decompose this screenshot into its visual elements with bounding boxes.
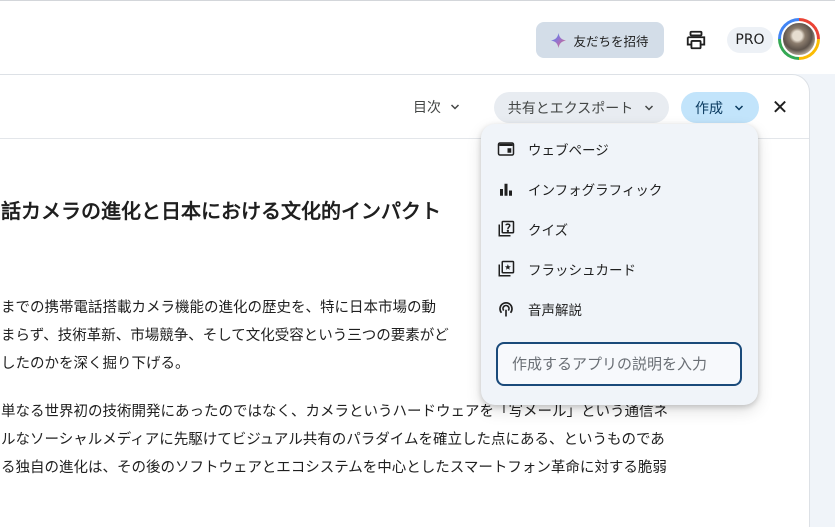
avatar[interactable] — [778, 18, 820, 60]
menu-item-webpage[interactable]: ウェブページ — [481, 129, 758, 169]
top-header: 友だちを招待 PRO — [0, 0, 835, 74]
sparkle-icon — [551, 32, 567, 48]
menu-item-audio-overview[interactable]: 音声解説 — [481, 289, 758, 329]
paragraph-1: までの携帯電話搭載カメラ機能の進化の歴史を、特に日本市場の動 まらず、技術革新、… — [1, 294, 449, 378]
paragraph-line: る独自の進化は、その後のソフトウェアとエコシステムを中心としたスマートフォン革命… — [1, 460, 667, 476]
webpage-icon — [497, 140, 515, 158]
toc-label: 目次 — [413, 100, 441, 116]
app-description-input[interactable] — [496, 342, 742, 386]
menu-item-flashcard[interactable]: フラッシュカード — [481, 249, 758, 289]
menu-item-label: フラッシュカード — [528, 263, 636, 279]
invite-friends-label: 友だちを招待 — [573, 33, 649, 49]
pro-badge[interactable]: PRO — [727, 27, 773, 53]
podcast-icon — [497, 300, 515, 318]
paragraph-line: ルなソーシャルメディアに先駆けてビジュアル共有のパラダイムを確立した点にある、と… — [1, 432, 665, 448]
close-button[interactable]: ✕ — [770, 95, 790, 119]
menu-item-quiz[interactable]: クイズ — [481, 209, 758, 249]
paragraph-line: までの携帯電話搭載カメラ機能の進化の歴史を、特に日本市場の動 — [1, 300, 436, 316]
share-export-label: 共有とエクスポート — [507, 100, 634, 117]
paragraph-line: したのかを深く掘り下げる。 — [1, 356, 190, 372]
paragraph-2: 単なる世界初の技術開発にあったのではなく、カメラというハードウェアを「写メール」… — [1, 398, 668, 482]
avatar-image — [781, 21, 817, 57]
menu-item-infographic[interactable]: インフォグラフィック — [481, 169, 758, 209]
menu-item-label: 音声解説 — [528, 303, 582, 319]
create-menu: ウェブページ インフォグラフィック クイズ フラッシュカード 音声解説 作成する… — [481, 124, 758, 405]
print-icon[interactable] — [683, 27, 709, 53]
menu-item-label: ウェブページ — [528, 143, 609, 159]
chevron-down-icon — [734, 104, 744, 111]
menu-item-label: クイズ — [528, 223, 569, 239]
share-export-button[interactable]: 共有とエクスポート — [494, 92, 669, 123]
create-label: 作成 — [695, 100, 723, 117]
chevron-down-icon — [450, 104, 460, 110]
menu-item-label: インフォグラフィック — [528, 183, 663, 199]
flashcard-icon — [497, 260, 515, 278]
document-title: 話カメラの進化と日本における文化的インパクト — [1, 199, 441, 223]
bar-chart-icon — [497, 180, 515, 198]
quiz-icon — [497, 220, 515, 238]
paragraph-line: まらず、技術革新、市場競争、そして文化受容という三つの要素がど — [1, 328, 449, 344]
table-of-contents-button[interactable]: 目次 — [413, 94, 461, 120]
chevron-down-icon — [645, 104, 654, 111]
invite-friends-button[interactable]: 友だちを招待 — [536, 22, 664, 58]
create-button[interactable]: 作成 — [681, 92, 759, 123]
